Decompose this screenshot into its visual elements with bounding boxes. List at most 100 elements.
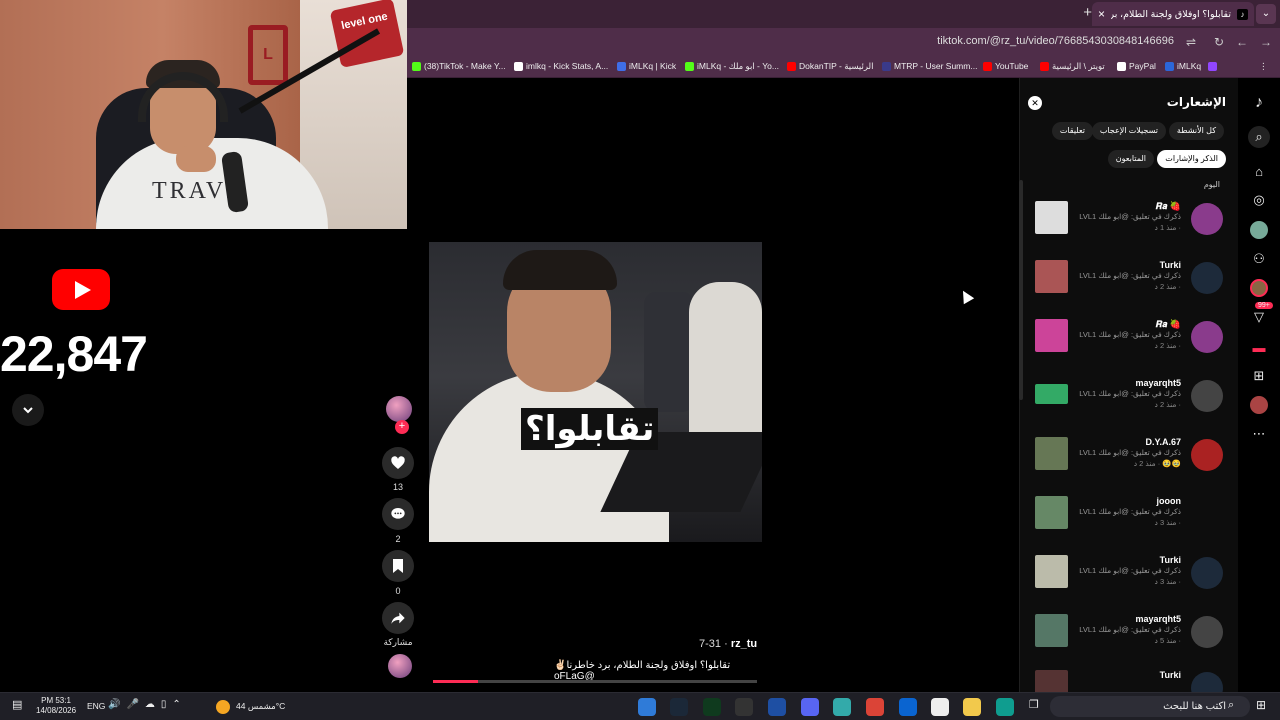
user-avatar[interactable] [1191,262,1223,294]
close-icon[interactable]: ✕ [1028,96,1042,110]
tiktok-logo-icon[interactable]: ♪ [1248,92,1270,114]
chrome-icon[interactable] [638,698,656,716]
tab-comments[interactable]: تعليقات [1051,122,1093,140]
more-icon[interactable]: ⋯ [1248,423,1270,445]
notification-item[interactable]: Turki [1020,670,1239,692]
tab-search-button[interactable]: ⌄ [1256,4,1276,24]
user-avatar[interactable] [1191,672,1223,692]
forward-icon[interactable]: → [1260,35,1272,49]
app-icon[interactable] [768,698,786,716]
tab-all-activity[interactable]: كل الأنشطة [1168,122,1224,140]
file-explorer-icon[interactable] [963,698,981,716]
weather-text[interactable]: مشمس 44°C [236,701,285,712]
tab-mentions[interactable]: الذكر والإشارات [1157,150,1226,168]
system-clock[interactable]: PM 53:1 14/08/2026 [36,696,76,716]
notification-item[interactable]: Turki ذكرك في تعليق: @ابو ملك LVL1 · منذ… [1020,260,1239,316]
bookmark-imlkq[interactable]: iMLKq [1165,61,1218,71]
bookmark-mtrp[interactable]: MTRP - User Summ... [882,61,977,71]
bookmark-kick-stats[interactable]: imlkq - Kick Stats, A... [514,61,608,71]
paypal-icon [1165,61,1174,71]
video-chair [644,292,694,412]
video-progress-bar[interactable] [433,680,757,683]
notifications-tray-icon[interactable]: ▤ [12,698,30,716]
notification-item[interactable]: mayarqht5 ذكرك في تعليق: @ابو ملك LVL1 ·… [1020,378,1239,434]
video-author-line[interactable]: 7-31 · rz_tu [699,638,757,650]
share-button[interactable] [382,602,414,634]
steam-icon[interactable] [670,698,688,716]
more-bookmarks-icon[interactable]: ⋮ [1259,61,1268,72]
notification-item[interactable]: D.Y.A.67 ذكرك في تعليق: @ابو ملك LVL1 🥹🥹… [1020,437,1239,493]
obs-icon[interactable] [735,698,753,716]
tab-active[interactable]: ♪ تقابلوا؟ اوفلاق ولجنة الطلام، برد × [1092,2,1254,26]
user-avatar[interactable] [1191,616,1223,648]
outlook-icon[interactable] [899,698,917,716]
video-thumbnail [1035,201,1068,234]
bookmark-kick[interactable]: iMLKq | Kick [617,61,676,71]
bookmark-dokantip[interactable]: DokanTIP - الرئيسية [787,61,873,72]
notification-text: ذكرك في تعليق: @ابو ملك LVL1 [1079,389,1181,398]
new-tab-button[interactable]: + [1083,4,1092,21]
notification-item[interactable]: 𝑹𝒂 🍓 ذكرك في تعليق: @ابو ملك LVL1 · منذ … [1020,319,1239,375]
tab-likes[interactable]: تسجيلات الإعجاب [1091,122,1166,140]
system-tray-icons[interactable]: 🔊🎤☁▯⌃ [108,699,187,710]
bookmark-paypal[interactable]: PayPal [1117,61,1156,71]
video-author[interactable]: rz_tu [731,638,757,650]
notification-item[interactable]: jooon ذكرك في تعليق: @ابو ملك LVL1 · منذ… [1020,496,1239,552]
follow-plus-icon[interactable]: + [395,420,409,434]
notification-item[interactable]: Turki ذكرك في تعليق: @ابو ملك LVL1 · منذ… [1020,555,1239,611]
reload-icon[interactable]: ↻ [1214,35,1224,49]
windows-taskbar: ▤ PM 53:1 14/08/2026 ENG 🔊🎤☁▯⌃ مشمس 44°C… [0,692,1280,720]
close-tab-icon[interactable]: × [1098,7,1105,21]
copilot-icon[interactable] [833,698,851,716]
bookmark-button[interactable] [382,550,414,582]
bookmark-youtube[interactable]: YouTube [983,61,1028,71]
notification-item[interactable]: 𝑹𝒂 🍓 ذكرك في تعليق: @ابو ملك LVL1 · منذ … [1020,201,1239,257]
sound-avatar[interactable] [388,654,412,678]
bookmark-twitter[interactable]: تويتر \ الرئيسية [1040,61,1105,72]
notification-user: mayarqht5 [1135,378,1181,388]
upload-icon[interactable]: ⊞ [1248,365,1270,387]
explore-icon[interactable]: ◎ [1248,189,1270,211]
bookmark-tiktok[interactable]: (38)TikTok - Make Y... [412,61,506,71]
video-thumbnail [1035,496,1068,529]
bookmark-youtube-channel[interactable]: iMLKq - ابو ملك - Yo... [685,61,779,72]
inbox-icon[interactable]: ▽ 99+ [1248,302,1273,328]
following-icon[interactable] [1248,219,1270,241]
site-settings-icon[interactable]: ⇌ [1186,35,1196,49]
url-field[interactable]: tiktok.com/@rz_tu/video/7668543030848146… [937,35,1174,47]
tab-title: تقابلوا؟ اوفلاق ولجنة الطلام، برد [1111,8,1231,20]
taskbar-search-input[interactable]: اكتب هنا للبحث [1050,696,1250,717]
creator-avatar[interactable] [386,396,412,422]
chevron-down-icon[interactable] [12,394,44,426]
like-button[interactable] [382,447,414,479]
user-avatar[interactable] [1191,380,1223,412]
user-avatar[interactable] [1191,203,1223,235]
search-icon[interactable]: ⌕ [1248,126,1270,148]
notification-user: mayarqht5 [1135,614,1181,624]
profile-icon[interactable] [1248,394,1270,416]
notification-time: · منذ 1 د [1154,223,1182,232]
store-icon[interactable] [931,698,949,716]
scrollbar[interactable] [1019,180,1023,400]
user-avatar[interactable] [1191,439,1223,471]
user-avatar[interactable] [1191,557,1223,589]
back-icon[interactable]: ← [1236,35,1248,49]
tab-followers[interactable]: المتابعون [1107,150,1154,168]
messages-icon[interactable]: ▬ [1248,336,1270,358]
user-avatar[interactable] [1191,321,1223,353]
twitch-icon [1208,61,1218,71]
language-indicator[interactable]: ENG [87,701,105,711]
youtube-icon [787,62,796,71]
discord-icon[interactable] [801,698,819,716]
live-icon[interactable] [1248,277,1270,299]
notification-item[interactable]: mayarqht5 ذكرك في تعليق: @ابو ملك LVL1 ·… [1020,614,1239,670]
home-icon[interactable]: ⌂ [1248,160,1270,182]
friends-icon[interactable]: ⚇ [1248,248,1270,270]
chrome-icon[interactable] [866,698,884,716]
video-player[interactable]: تقابلوا؟ [429,242,762,542]
comment-button[interactable] [382,498,414,530]
windows-start-icon[interactable]: ⊞ [1256,698,1274,716]
app-icon[interactable] [703,698,721,716]
edge-icon[interactable] [996,698,1014,716]
task-view-icon[interactable]: ❐ [1029,698,1047,716]
